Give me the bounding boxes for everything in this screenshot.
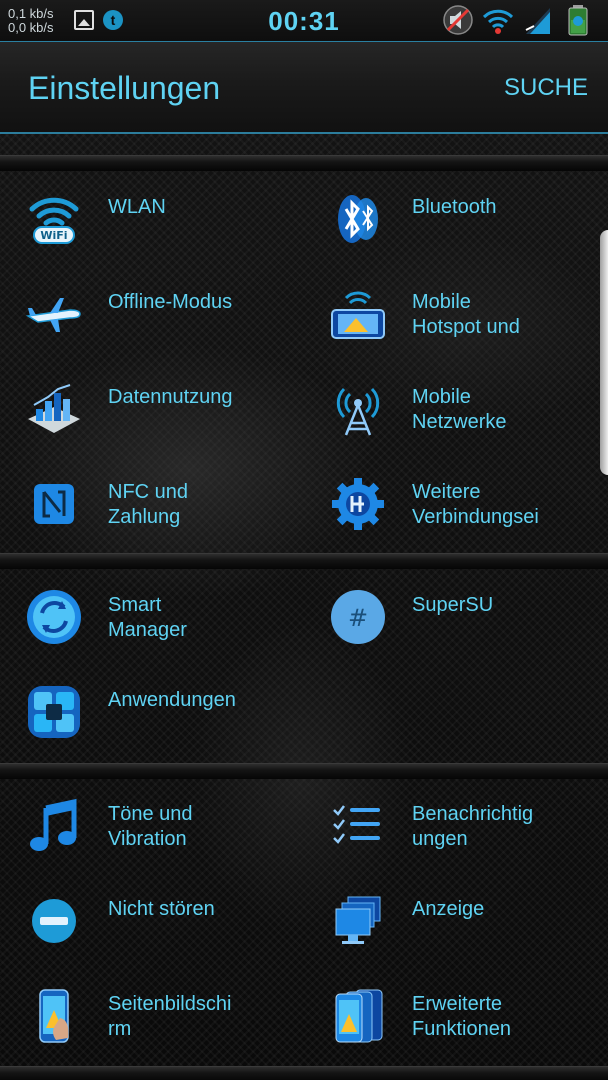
signal-icon — [522, 4, 554, 36]
settings-item-label: Weitere Verbindungsei — [412, 481, 539, 528]
search-button[interactable]: SUCHE — [504, 74, 588, 102]
antenna-icon — [330, 381, 386, 437]
settings-item-more-connections[interactable]: Weitere Verbindungsei — [304, 458, 604, 553]
settings-item-bluetooth[interactable]: Bluetooth — [304, 173, 604, 268]
settings-item-mobile-hotspot[interactable]: Mobile Hotspot und — [304, 268, 604, 363]
settings-item-label: Töne und Vibration — [108, 803, 193, 850]
settings-item-offline-mode[interactable]: Offline-Modus — [0, 268, 300, 363]
bluetooth-icon — [330, 191, 386, 247]
edge-screen-icon — [26, 988, 82, 1044]
do-not-disturb-icon — [26, 893, 82, 949]
svg-text:WiFi: WiFi — [40, 229, 67, 242]
data-usage-icon — [26, 381, 82, 437]
status-bar: 0,1 kb/s 0,0 kb/s t 00:31 — [0, 0, 608, 42]
settings-item-wlan[interactable]: WiFi WLAN — [0, 173, 300, 268]
settings-item-supersu[interactable]: # SuperSU — [304, 571, 604, 666]
svg-text:#: # — [348, 604, 368, 632]
settings-item-nfc-payment[interactable]: NFC und Zahlung — [0, 458, 300, 553]
edge-panel-handle[interactable] — [600, 230, 608, 475]
settings-item-advanced-features[interactable]: Erweiterte Funktionen — [304, 970, 604, 1065]
supersu-icon: # — [330, 589, 386, 645]
smart-manager-icon — [26, 589, 82, 645]
settings-item-label: Smart Manager — [108, 594, 187, 641]
airplane-icon — [26, 286, 82, 342]
nfc-icon — [26, 476, 82, 532]
settings-item-label: Anzeige — [412, 898, 485, 920]
settings-item-label: Nicht stören — [108, 898, 215, 920]
battery-icon — [562, 4, 594, 36]
settings-item-label: Seitenbildschi rm — [108, 993, 232, 1040]
settings-item-label: SuperSU — [412, 594, 494, 616]
section-divider — [0, 553, 608, 569]
settings-item-data-usage[interactable]: Datennutzung — [0, 363, 300, 458]
hotspot-icon — [330, 286, 386, 342]
wifi-icon — [482, 4, 514, 36]
mute-icon — [442, 4, 474, 36]
gear-icon — [330, 476, 386, 532]
settings-item-label: Anwendungen — [108, 689, 236, 711]
settings-item-sounds-vibration[interactable]: Töne und Vibration — [0, 780, 300, 875]
wifi-icon: WiFi — [26, 191, 82, 247]
music-note-icon — [26, 798, 82, 854]
settings-item-label: NFC und Zahlung — [108, 481, 189, 528]
settings-item-label: WLAN — [108, 196, 166, 218]
settings-item-edge-screen[interactable]: Seitenbildschi rm — [0, 970, 300, 1065]
settings-item-do-not-disturb[interactable]: Nicht stören — [0, 875, 300, 970]
settings-item-notifications[interactable]: Benachrichtig ungen — [304, 780, 604, 875]
action-bar: Einstellungen SUCHE — [0, 42, 608, 134]
notifications-list-icon — [330, 798, 386, 854]
settings-item-label: Offline-Modus — [108, 291, 233, 313]
settings-item-label: Mobile Netzwerke — [412, 386, 507, 433]
section-divider — [0, 155, 608, 171]
display-icon — [330, 893, 386, 949]
page-title: Einstellungen — [28, 70, 221, 106]
apps-icon — [26, 684, 82, 740]
advanced-features-icon — [330, 988, 386, 1044]
settings-item-label: Mobile Hotspot und — [412, 291, 520, 338]
settings-item-label: Datennutzung — [108, 386, 233, 408]
section-divider — [0, 763, 608, 779]
settings-item-label: Bluetooth — [412, 196, 497, 218]
section-divider — [0, 1066, 608, 1080]
settings-item-applications[interactable]: Anwendungen — [0, 666, 300, 761]
settings-item-mobile-networks[interactable]: Mobile Netzwerke — [304, 363, 604, 458]
settings-item-display[interactable]: Anzeige — [304, 875, 604, 970]
settings-item-smart-manager[interactable]: Smart Manager — [0, 571, 300, 666]
settings-item-label: Benachrichtig ungen — [412, 803, 534, 850]
settings-item-label: Erweiterte Funktionen — [412, 993, 511, 1040]
